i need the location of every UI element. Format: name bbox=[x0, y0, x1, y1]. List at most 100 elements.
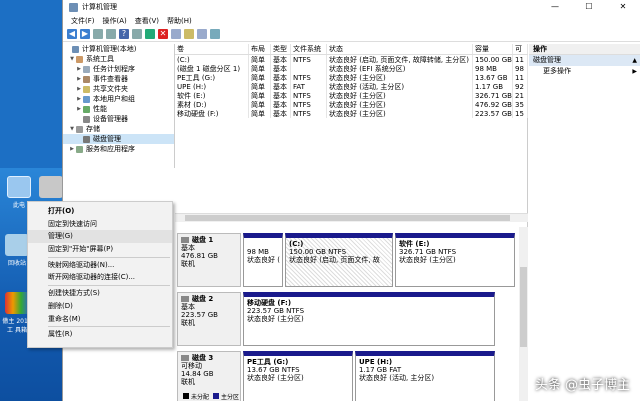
menu-file[interactable]: 文件(F) bbox=[67, 16, 99, 26]
menu-bar: 文件(F) 操作(A) 查看(V) 帮助(H) bbox=[63, 14, 640, 27]
search-icon[interactable] bbox=[210, 29, 220, 39]
context-item-pin-quick-access[interactable]: 固定到快速访问 bbox=[28, 218, 172, 231]
tree-node-device-manager[interactable]: 设备管理器 bbox=[63, 114, 174, 124]
horizontal-scrollbar[interactable] bbox=[175, 213, 528, 222]
close-button[interactable]: ✕ bbox=[606, 0, 640, 14]
expand-arrow-icon[interactable]: ▶ bbox=[75, 84, 83, 94]
partition-block[interactable]: 98 MB 状态良好 ( bbox=[243, 233, 283, 287]
connect-icon[interactable] bbox=[145, 29, 155, 39]
expand-arrow-icon[interactable]: ▼ bbox=[68, 54, 76, 64]
table-row[interactable]: (C:) 简单 基本 NTFS 状态良好 (启动, 页面文件, 故障转储, 主分区) 15… bbox=[175, 55, 528, 64]
minimize-button[interactable]: — bbox=[538, 0, 572, 14]
tree-node-services-apps[interactable]: ▶ 服务和应用程序 bbox=[63, 144, 174, 154]
disk-icon bbox=[83, 135, 90, 143]
expand-arrow-icon[interactable]: ▶ bbox=[75, 94, 83, 104]
back-arrow-icon[interactable]: ◀ bbox=[67, 29, 77, 39]
context-item-manage[interactable]: 管理(G) bbox=[28, 230, 172, 244]
column-header-capacity[interactable]: 容量 bbox=[473, 44, 513, 54]
delete-icon[interactable]: ✕ bbox=[158, 29, 168, 39]
expand-arrow-icon[interactable]: ▶ bbox=[68, 144, 76, 154]
column-header-layout[interactable]: 布局 bbox=[249, 44, 271, 54]
tree-node-system-tools[interactable]: ▼ 系统工具 bbox=[63, 54, 174, 64]
more-actions-item[interactable]: 更多操作 ▶ bbox=[529, 66, 640, 77]
clock-icon bbox=[83, 65, 90, 73]
actions-pane: 操作 磁盘管理 ▲ 更多操作 ▶ bbox=[529, 44, 640, 401]
tree-node-event-viewer[interactable]: ▶ 事件查看器 bbox=[63, 74, 174, 84]
maximize-button[interactable]: ☐ bbox=[572, 0, 606, 14]
title-bar: 计算机管理 — ☐ ✕ bbox=[63, 0, 640, 14]
context-item-properties[interactable]: 属性(R) bbox=[28, 328, 172, 341]
table-row[interactable]: 软件 (E:) 简单 基本 NTFS 状态良好 (主分区) 326.71 GB 21 bbox=[175, 91, 528, 100]
shared-folder-icon bbox=[83, 85, 90, 93]
properties-icon[interactable] bbox=[171, 29, 181, 39]
column-header-free[interactable]: 可 bbox=[513, 44, 528, 54]
performance-icon bbox=[83, 105, 90, 113]
computer-icon bbox=[72, 45, 79, 53]
folder-icon[interactable] bbox=[184, 29, 194, 39]
partition-block[interactable]: 软件 (E:) 326.71 GB NTFS 状态良好 (主分区) bbox=[395, 233, 515, 287]
partition-block[interactable]: PE工具 (G:) 13.67 GB NTFS 状态良好 (主分区) bbox=[243, 351, 353, 401]
column-header-type[interactable]: 类型 bbox=[271, 44, 291, 54]
expand-arrow-icon[interactable]: ▶ bbox=[75, 104, 83, 114]
context-item-pin-start[interactable]: 固定到"开始"屏幕(P) bbox=[28, 243, 172, 256]
table-row[interactable]: (磁盘 1 磁盘分区 1) 简单 基本 状态良好 (EFI 系统分区) 98 MB 98 bbox=[175, 64, 528, 73]
context-item-delete[interactable]: 删除(D) bbox=[28, 300, 172, 313]
partition-block[interactable]: (C:) 150.00 GB NTFS 状态良好 (启动, 页面文件, 故 bbox=[285, 233, 393, 287]
vertical-scrollbar[interactable] bbox=[519, 227, 528, 401]
computer-management-icon bbox=[69, 2, 78, 12]
actions-section-disk-management[interactable]: 磁盘管理 ▲ bbox=[529, 55, 640, 66]
menu-action[interactable]: 操作(A) bbox=[99, 16, 131, 26]
toolbox-icon bbox=[5, 292, 29, 314]
disk-row: 磁盘 1 基本 476.81 GB 联机 98 MB 状态良好 ( (C:) 1… bbox=[177, 233, 515, 287]
menu-view[interactable]: 查看(V) bbox=[131, 16, 163, 26]
tree-node-disk-management[interactable]: 磁盘管理 bbox=[63, 134, 174, 144]
expand-arrow-icon[interactable]: ▶ bbox=[75, 64, 83, 74]
column-header-volume[interactable]: 卷 bbox=[175, 44, 249, 54]
tree-node-task-scheduler[interactable]: ▶ 任务计划程序 bbox=[63, 64, 174, 74]
tree-node-local-users[interactable]: ▶ 本地用户和组 bbox=[63, 94, 174, 104]
tree-node-storage[interactable]: ▼ 存储 bbox=[63, 124, 174, 134]
table-row[interactable]: UPE (H:) 简单 基本 FAT 状态良好 (活动, 主分区) 1.17 GB 92 bbox=[175, 82, 528, 91]
partition-block[interactable]: UPE (H:) 1.17 GB FAT 状态良好 (活动, 主分区) bbox=[355, 351, 495, 401]
tree-node-performance[interactable]: ▶ 性能 bbox=[63, 104, 174, 114]
table-row[interactable]: 素材 (D:) 简单 基本 NTFS 状态良好 (主分区) 476.92 GB 35 bbox=[175, 100, 528, 109]
tree-node-shared-folders[interactable]: ▶ 共享文件夹 bbox=[63, 84, 174, 94]
context-item-create-shortcut[interactable]: 创建快捷方式(S) bbox=[28, 287, 172, 300]
image-icon bbox=[39, 176, 63, 198]
scrollbar-thumb[interactable] bbox=[185, 215, 510, 221]
menu-separator bbox=[48, 256, 170, 258]
storage-icon bbox=[76, 125, 83, 133]
up-folder-icon[interactable] bbox=[93, 29, 103, 39]
expand-arrow-icon[interactable]: ▶ bbox=[75, 74, 83, 84]
context-menu: 打开(O) 固定到快速访问 管理(G) 固定到"开始"屏幕(P) 映射网络驱动器… bbox=[27, 201, 173, 348]
context-item-rename[interactable]: 重命名(M) bbox=[28, 313, 172, 326]
expand-arrow-icon[interactable]: ▼ bbox=[68, 124, 76, 134]
show-hide-tree-icon[interactable] bbox=[106, 29, 116, 39]
disk-label[interactable]: 磁盘 2 基本 223.57 GB 联机 bbox=[177, 292, 241, 346]
tools-icon bbox=[76, 55, 83, 63]
view-icon[interactable] bbox=[132, 29, 142, 39]
device-icon bbox=[83, 115, 90, 123]
center-pane: 卷 布局 类型 文件系统 状态 容量 可 (C:) 简单 基本 NTFS 状态良好 (启… bbox=[175, 44, 528, 401]
forward-arrow-icon[interactable]: ▶ bbox=[80, 29, 90, 39]
tree-node-computer-management[interactable]: 计算机管理(本地) bbox=[63, 44, 174, 54]
table-row[interactable]: 移动硬盘 (F:) 简单 基本 NTFS 状态良好 (主分区) 223.57 GB 15 bbox=[175, 109, 528, 118]
help-icon[interactable]: ? bbox=[119, 29, 129, 39]
scrollbar-thumb[interactable] bbox=[520, 267, 527, 347]
partition-block[interactable]: 移动硬盘 (F:) 223.57 GB NTFS 状态良好 (主分区) bbox=[243, 292, 495, 346]
context-item-open[interactable]: 打开(O) bbox=[28, 205, 172, 218]
column-header-filesystem[interactable]: 文件系统 bbox=[291, 44, 327, 54]
disk-label[interactable]: 磁盘 1 基本 476.81 GB 联机 bbox=[177, 233, 241, 287]
context-item-disconnect-network-drive[interactable]: 断开网络驱动器的连接(C)... bbox=[28, 271, 172, 284]
actions-header: 操作 bbox=[529, 44, 640, 55]
table-row[interactable]: PE工具 (G:) 简单 基本 NTFS 状态良好 (主分区) 13.67 GB 11 bbox=[175, 73, 528, 82]
volume-list: 卷 布局 类型 文件系统 状态 容量 可 (C:) 简单 基本 NTFS 状态良好 (启… bbox=[175, 44, 528, 222]
computer-icon bbox=[7, 176, 31, 198]
disk-graphical-view: 磁盘 1 基本 476.81 GB 联机 98 MB 状态良好 ( (C:) 1… bbox=[175, 227, 528, 401]
context-item-map-network-drive[interactable]: 映射网络驱动器(N)... bbox=[28, 259, 172, 272]
collapse-arrow-icon[interactable]: ▲ bbox=[632, 55, 637, 66]
document-icon[interactable] bbox=[197, 29, 207, 39]
recycle-bin-icon bbox=[5, 234, 29, 256]
column-header-status[interactable]: 状态 bbox=[327, 44, 473, 54]
menu-help[interactable]: 帮助(H) bbox=[163, 16, 196, 26]
